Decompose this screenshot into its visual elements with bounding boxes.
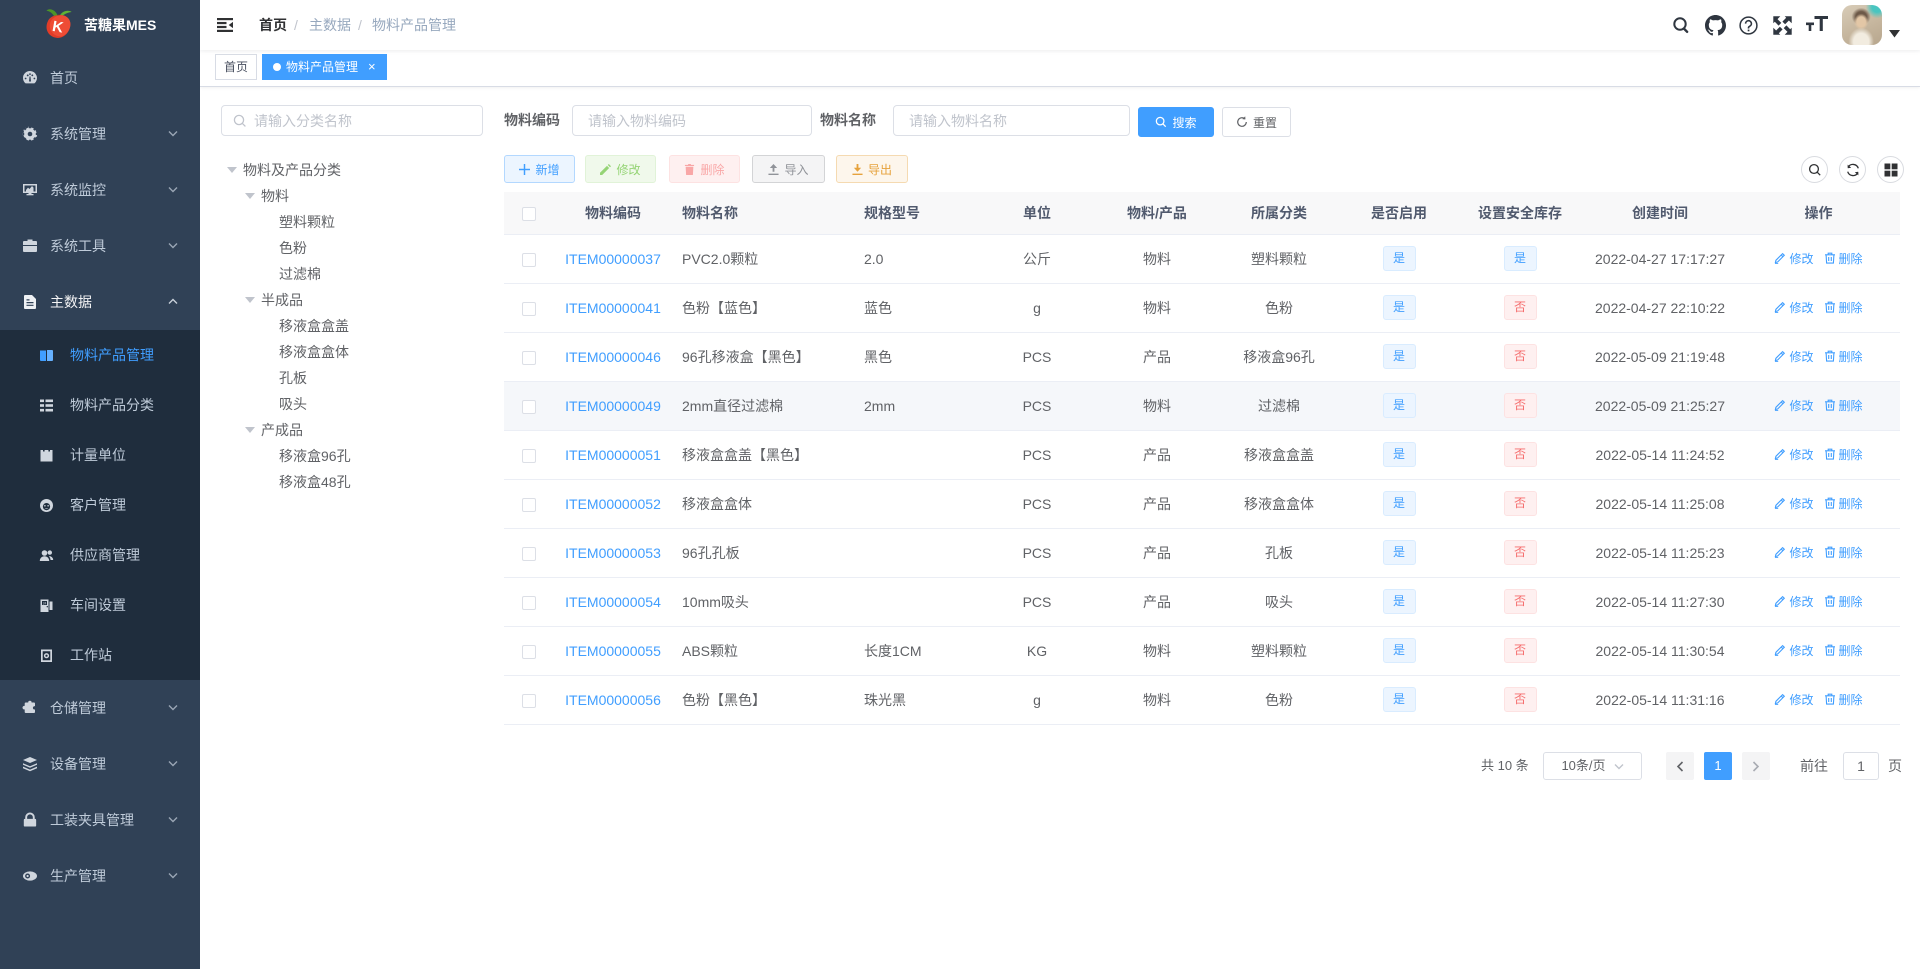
- svg-text:24: 24: [43, 601, 47, 605]
